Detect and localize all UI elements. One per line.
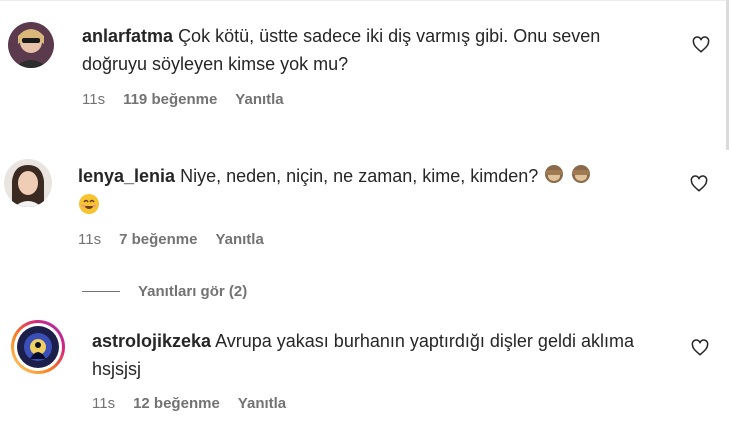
divider-line <box>82 291 120 292</box>
comment-username[interactable]: lenya_lenia <box>78 166 175 186</box>
view-replies-label[interactable]: Yanıtları gör (2) <box>138 283 247 300</box>
heart-icon[interactable] <box>692 36 710 54</box>
comment-body: anlarfatma Çok kötü, üstte sadece iki di… <box>82 22 622 78</box>
smiling-face-icon <box>78 193 100 223</box>
heart-icon[interactable] <box>690 175 708 193</box>
comment-likes[interactable]: 119 beğenme <box>123 91 217 108</box>
comment-time: 11s <box>82 91 106 108</box>
heart-icon[interactable] <box>691 339 709 357</box>
comment-likes[interactable]: 7 beğenme <box>119 231 197 248</box>
comment-meta: 11s 12 beğenme Yanıtla <box>92 395 286 412</box>
comment-username[interactable]: anlarfatma <box>82 26 173 46</box>
comment-meta: 11s 119 beğenme Yanıtla <box>82 91 284 108</box>
comment-text: Niye, neden, niçin, ne zaman, kime, kimd… <box>180 166 539 186</box>
comment-likes[interactable]: 12 beğenme <box>133 395 220 412</box>
view-replies-button[interactable]: Yanıtları gör (2) <box>82 283 247 300</box>
comment-time: 11s <box>78 231 102 248</box>
comment-body: astrolojikzeka Avrupa yakası burhanın ya… <box>92 327 662 383</box>
comment-username[interactable]: astrolojikzeka <box>92 331 211 351</box>
comment-body: lenya_lenia Niye, neden, niçin, ne zaman… <box>78 162 668 223</box>
avatar[interactable] <box>8 22 54 68</box>
see-no-evil-monkey-icon <box>570 162 592 192</box>
avatar[interactable] <box>4 159 52 207</box>
reply-button[interactable]: Yanıtla <box>235 91 283 108</box>
avatar[interactable] <box>10 319 66 375</box>
reply-button[interactable]: Yanıtla <box>215 231 263 248</box>
see-no-evil-monkey-icon <box>543 162 565 192</box>
reply-button[interactable]: Yanıtla <box>238 395 286 412</box>
comment-time: 11s <box>92 395 116 412</box>
top-divider <box>0 0 729 1</box>
comment-meta: 11s 7 beğenme Yanıtla <box>78 231 264 248</box>
